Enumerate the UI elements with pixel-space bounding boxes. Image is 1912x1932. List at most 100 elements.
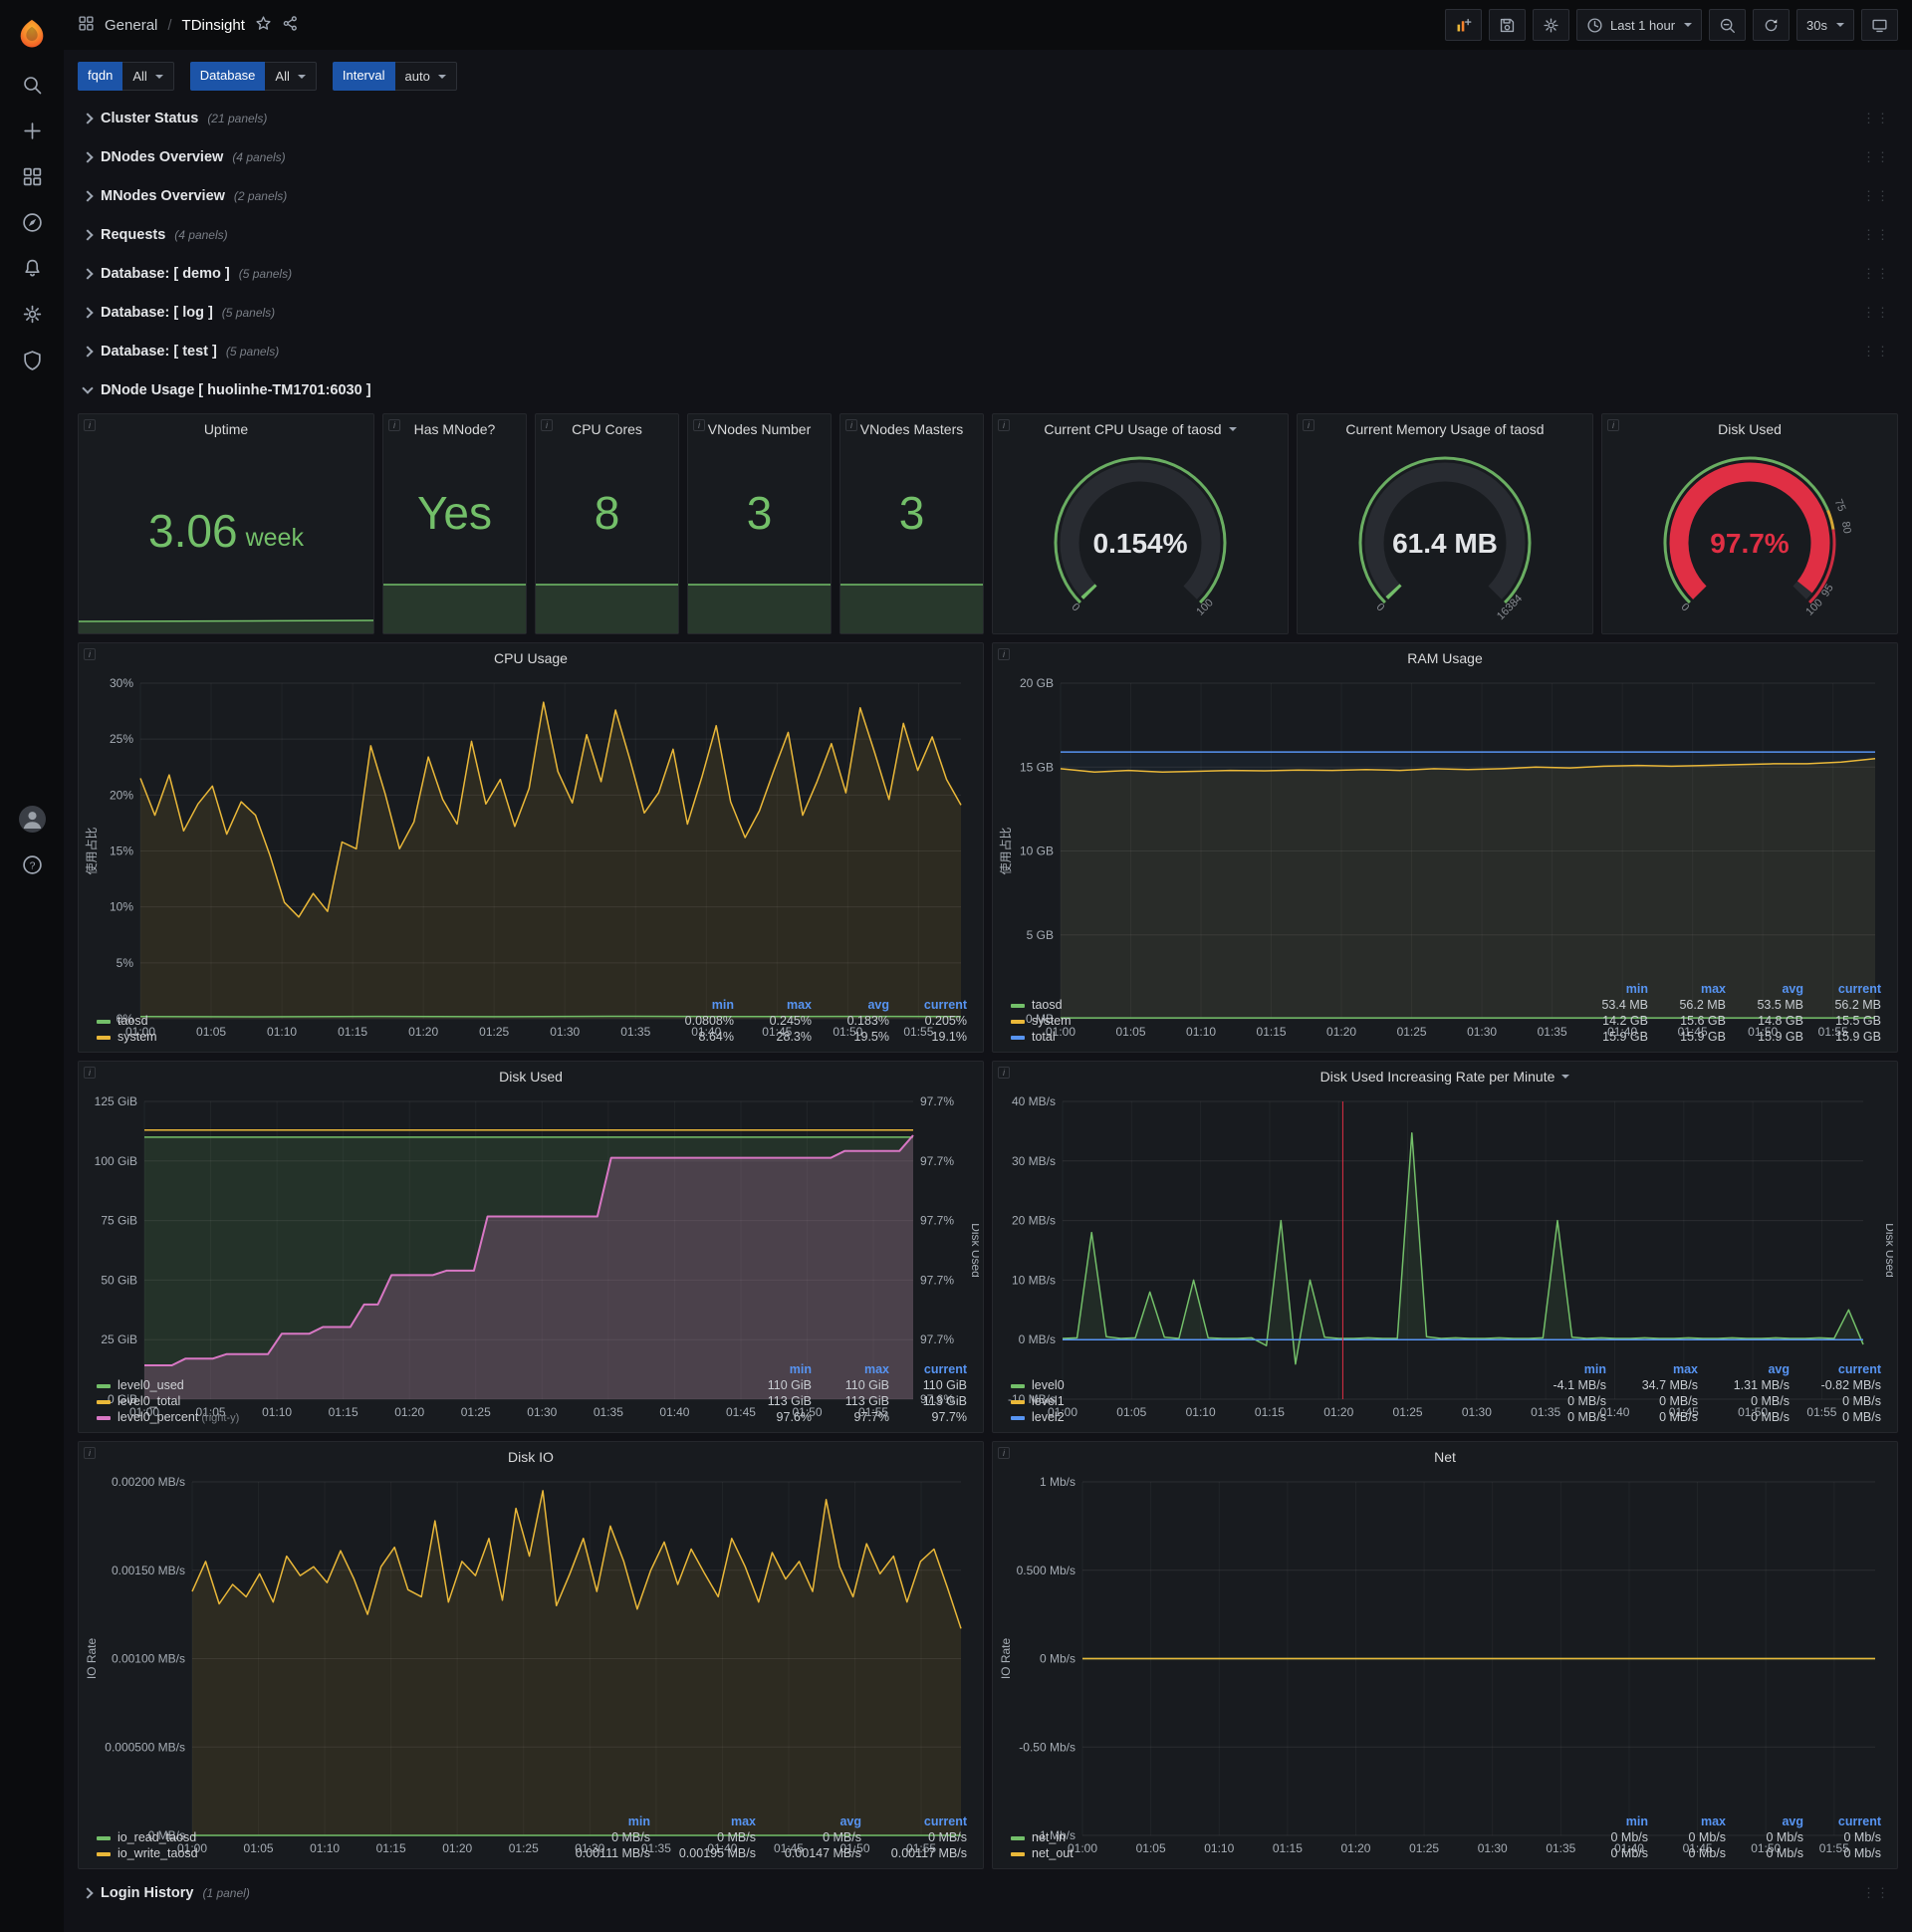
row-mnodes-overview[interactable]: MNodes Overview (2 panels) ⋮⋮ [78, 180, 1898, 212]
disk-io-chart[interactable]: 0 MB/s 0.000500 MB/s 0.00100 MB/s 0.00150 M… [83, 1472, 979, 1855]
panel-info-icon[interactable]: i [998, 419, 1010, 431]
save-dashboard-button[interactable] [1488, 9, 1526, 41]
row-drag-handle[interactable]: ⋮⋮ [1862, 111, 1890, 126]
row-database-log[interactable]: Database: [ log ] (5 panels) ⋮⋮ [78, 297, 1898, 329]
help-icon[interactable]: ? [0, 842, 64, 887]
star-icon[interactable] [255, 15, 272, 36]
panel-info-icon[interactable]: i [998, 648, 1010, 660]
breadcrumb-section[interactable]: General [105, 17, 157, 34]
panel-info-icon[interactable]: i [1607, 419, 1619, 431]
row-dnodes-overview[interactable]: DNodes Overview (4 panels) ⋮⋮ [78, 141, 1898, 173]
legend-series-label[interactable]: total [1007, 1029, 1574, 1045]
refresh-interval-select[interactable]: 30s [1796, 9, 1854, 41]
panel-title-vnodes-masters[interactable]: i VNodes Masters [840, 414, 983, 444]
grafana-logo[interactable] [0, 6, 64, 62]
panel-title-vnodes-number[interactable]: i VNodes Number [688, 414, 831, 444]
time-range-picker[interactable]: Last 1 hour [1575, 9, 1703, 41]
dashboard-settings-button[interactable] [1532, 9, 1569, 41]
panel-info-icon[interactable]: i [998, 1067, 1010, 1079]
panel-title-disk-used[interactable]: i Disk Used [79, 1062, 983, 1091]
add-panel-button[interactable] [1444, 9, 1482, 41]
row-login-history[interactable]: Login History (1 panel) ⋮⋮ [78, 1877, 1898, 1909]
variable-interval-select[interactable]: auto [394, 62, 457, 91]
svg-text:97.7%: 97.7% [920, 1214, 954, 1228]
legend-value: 97.7% [931, 1410, 967, 1424]
disk-rate-chart[interactable]: -10 MB/s 0 MB/s 10 MB/s 20 MB/s 30 MB/s 40 MB… [997, 1091, 1897, 1419]
legend-column-header: max [1700, 982, 1726, 996]
row-requests[interactable]: Requests (4 panels) ⋮⋮ [78, 219, 1898, 251]
legend-series-label[interactable]: net_out [1007, 1845, 1574, 1861]
panel-title-net[interactable]: i Net [993, 1442, 1897, 1472]
variable-database-select[interactable]: All [265, 62, 317, 91]
legend-series-label[interactable]: system [93, 1029, 660, 1045]
row-drag-handle[interactable]: ⋮⋮ [1862, 188, 1890, 204]
share-icon[interactable] [282, 15, 299, 36]
legend-series-label[interactable]: level0_total [93, 1393, 738, 1409]
chevron-right-icon [82, 229, 94, 241]
panel-info-icon[interactable]: i [693, 419, 705, 431]
chevron-right-icon [82, 151, 94, 163]
legend-series-label[interactable]: level0_used [93, 1377, 738, 1393]
panel-title-cpu-cores[interactable]: i CPU Cores [536, 414, 678, 444]
legend-series-label[interactable]: net_in [1007, 1829, 1574, 1845]
row-database-demo[interactable]: Database: [ demo ] (5 panels) ⋮⋮ [78, 258, 1898, 290]
create-plus-icon[interactable] [0, 108, 64, 153]
legend-series-label[interactable]: level0 [1007, 1377, 1519, 1393]
dashboards-icon[interactable] [0, 153, 64, 199]
user-avatar[interactable] [18, 806, 46, 833]
panel-title-uptime[interactable]: i Uptime [79, 414, 373, 444]
legend-value: 113 GiB [767, 1394, 812, 1408]
legend-series-label[interactable]: level2 [1007, 1409, 1519, 1425]
ram-usage-chart[interactable]: 0 MB 5 GB 10 GB 15 GB 20 GB 01:00 01:05 01:10 01… [997, 673, 1893, 1039]
legend-series-label[interactable]: level0_percent (right-y) [93, 1409, 738, 1425]
admin-shield-icon[interactable] [0, 337, 64, 382]
row-drag-handle[interactable]: ⋮⋮ [1862, 266, 1890, 282]
panel-title-disk-io[interactable]: i Disk IO [79, 1442, 983, 1472]
svg-text:Disk Used: Disk Used [969, 1223, 979, 1278]
panel-title-memory-gauge[interactable]: i Current Memory Usage of taosd [1298, 414, 1592, 444]
row-dnode-usage[interactable]: DNode Usage [ huolinhe-TM1701:6030 ] [78, 374, 1898, 406]
legend-series-label[interactable]: level1 [1007, 1393, 1519, 1409]
panel-title-disk-gauge[interactable]: i Disk Used [1602, 414, 1897, 444]
disk-used-chart[interactable]: 0 GiB 97.6% 25 GiB 97.7% 50 GiB 97.7% 75 GiB 97… [83, 1091, 983, 1419]
panel-info-icon[interactable]: i [845, 419, 857, 431]
legend-series-label[interactable]: system [1007, 1013, 1574, 1029]
search-icon[interactable] [0, 62, 64, 108]
panel-info-icon[interactable]: i [541, 419, 553, 431]
row-drag-handle[interactable]: ⋮⋮ [1862, 344, 1890, 360]
configuration-gear-icon[interactable] [0, 291, 64, 337]
panel-info-icon[interactable]: i [84, 419, 96, 431]
legend-series-label[interactable]: io_read_taosd [93, 1829, 549, 1845]
panel-title-ram-usage[interactable]: i RAM Usage [993, 643, 1897, 673]
zoom-out-button[interactable] [1709, 9, 1747, 41]
row-cluster-status[interactable]: Cluster Status (21 panels) ⋮⋮ [78, 103, 1898, 134]
legend-column-header: avg [839, 1814, 861, 1828]
panel-info-icon[interactable]: i [84, 1447, 96, 1459]
legend-series-label[interactable]: taosd [93, 1013, 660, 1029]
row-drag-handle[interactable]: ⋮⋮ [1862, 1885, 1890, 1901]
refresh-button[interactable] [1753, 9, 1791, 41]
row-drag-handle[interactable]: ⋮⋮ [1862, 149, 1890, 165]
alerting-bell-icon[interactable] [0, 245, 64, 291]
breadcrumb-title[interactable]: TDinsight [182, 17, 245, 34]
row-database-test[interactable]: Database: [ test ] (5 panels) ⋮⋮ [78, 336, 1898, 367]
row-drag-handle[interactable]: ⋮⋮ [1862, 227, 1890, 243]
panel-title-cpu-usage[interactable]: i CPU Usage [79, 643, 983, 673]
row-drag-handle[interactable]: ⋮⋮ [1862, 305, 1890, 321]
variable-fqdn-select[interactable]: All [122, 62, 174, 91]
explore-compass-icon[interactable] [0, 199, 64, 245]
panel-info-icon[interactable]: i [388, 419, 400, 431]
panel-info-icon[interactable]: i [998, 1447, 1010, 1459]
legend-series-label[interactable]: taosd [1007, 997, 1574, 1013]
panel-title-has-mnode[interactable]: i Has MNode? [383, 414, 526, 444]
variable-interval-label: Interval [332, 62, 395, 91]
panel-title-disk-rate[interactable]: i Disk Used Increasing Rate per Minute [993, 1062, 1897, 1091]
cycle-view-tv-button[interactable] [1861, 9, 1898, 41]
net-chart[interactable]: -1 Mb/s -0.50 Mb/s 0 Mb/s 0.500 Mb/s 1 Mb/s 0… [997, 1472, 1893, 1855]
panel-info-icon[interactable]: i [84, 1067, 96, 1079]
panel-info-icon[interactable]: i [84, 648, 96, 660]
panel-title-cpu-gauge[interactable]: i Current CPU Usage of taosd [993, 414, 1288, 444]
cpu-usage-chart[interactable]: 0% 5% 10% 15% 20% 25% 30% 01:00 01:05 01:10 01:15 0… [83, 673, 979, 1039]
panel-info-icon[interactable]: i [1303, 419, 1314, 431]
legend-series-label[interactable]: io_write_taosd [93, 1845, 549, 1861]
